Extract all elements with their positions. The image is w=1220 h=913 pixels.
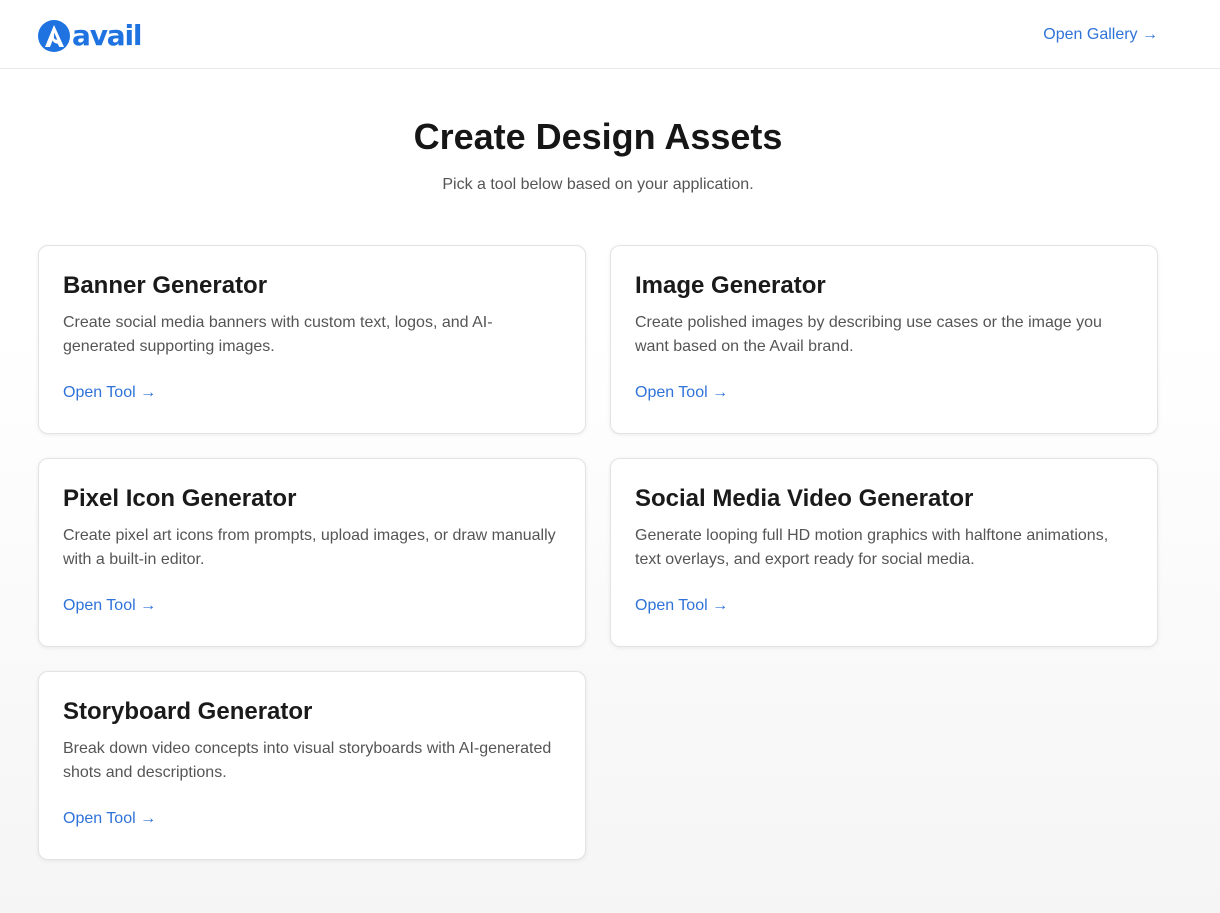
tool-card-social-media-video-generator: Social Media Video Generator Generate lo… [610, 458, 1158, 647]
card-description: Generate looping full HD motion graphics… [635, 527, 1109, 568]
open-gallery-link[interactable]: Open Gallery → [1043, 25, 1158, 45]
card-title: Banner Generator [63, 272, 268, 299]
card-description: Break down video concepts into visual st… [63, 740, 552, 781]
card-title: Pixel Icon Generator [63, 485, 297, 512]
page-title: Create Design Assets [413, 116, 783, 157]
open-tool-link[interactable]: Open Tool → [635, 383, 728, 403]
site-header: avail Open Gallery → [0, 0, 1220, 69]
card-title: Social Media Video Generator [635, 485, 974, 512]
card-description: Create pixel art icons from prompts, upl… [63, 527, 556, 568]
open-tool-link[interactable]: Open Tool → [635, 596, 728, 616]
card-title: Storyboard Generator [63, 698, 313, 725]
open-tool-link[interactable]: Open Tool → [63, 383, 156, 403]
avail-logo-icon [38, 20, 70, 52]
tool-card-image-generator: Image Generator Create polished images b… [610, 245, 1158, 434]
card-description: Create polished images by describing use… [635, 314, 1102, 355]
open-tool-link[interactable]: Open Tool → [63, 809, 156, 829]
logo-wordmark: avail [72, 19, 142, 52]
card-title: Image Generator [635, 272, 826, 299]
avail-logo[interactable]: avail [38, 19, 142, 52]
tool-card-banner-generator: Banner Generator Create social media ban… [38, 245, 586, 434]
card-description: Create social media banners with custom … [63, 314, 493, 355]
page-subtitle: Pick a tool below based on your applicat… [442, 176, 754, 193]
open-tool-link[interactable]: Open Tool → [63, 596, 156, 616]
tool-card-pixel-icon-generator: Pixel Icon Generator Create pixel art ic… [38, 458, 586, 647]
tool-card-storyboard-generator: Storyboard Generator Break down video co… [38, 671, 586, 860]
